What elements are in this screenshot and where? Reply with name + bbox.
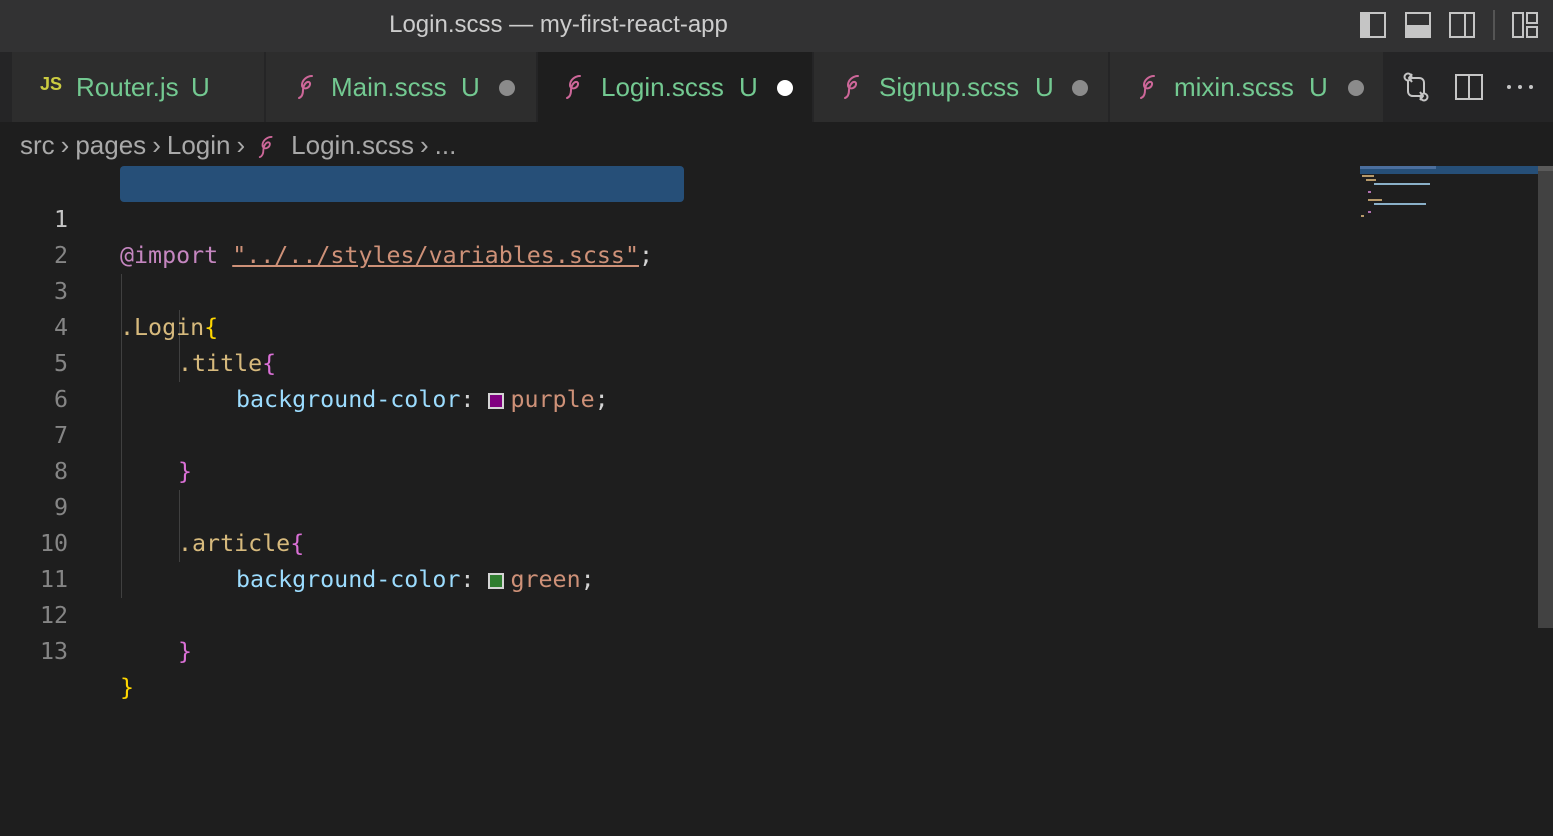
breadcrumb-item-src[interactable]: src bbox=[20, 122, 55, 168]
split-editor-icon[interactable] bbox=[1452, 70, 1486, 104]
scrollbar-cursor-marker bbox=[1538, 166, 1553, 171]
code-line[interactable]: 11 bbox=[0, 526, 1360, 593]
breadcrumb-item-login[interactable]: Login bbox=[167, 122, 231, 168]
code-line[interactable]: 3 .Login{ bbox=[0, 238, 1360, 341]
tab-label: Router.js bbox=[76, 72, 179, 102]
tab-signup-scss[interactable]: Signup.scss U bbox=[814, 52, 1110, 122]
window-title: Login.scss — my-first-react-app bbox=[389, 11, 728, 38]
minimap-line bbox=[1366, 179, 1376, 181]
open-changes-icon[interactable] bbox=[1399, 70, 1433, 104]
toggle-secondary-sidebar-icon[interactable] bbox=[1447, 10, 1477, 40]
code-line[interactable]: 8 bbox=[0, 418, 1360, 485]
git-status-badge: U bbox=[191, 72, 210, 102]
editor-tab-bar: JS Router.js U Main.scss U Login.scss U … bbox=[0, 52, 1553, 122]
unsaved-dot-icon[interactable] bbox=[499, 80, 515, 96]
unsaved-dot-icon[interactable] bbox=[1072, 80, 1088, 96]
sass-file-icon bbox=[842, 74, 866, 105]
minimap-line bbox=[1361, 215, 1364, 217]
sass-file-icon bbox=[251, 122, 291, 168]
git-status-badge: U bbox=[1035, 72, 1054, 102]
code-line[interactable]: 7 } bbox=[0, 382, 1360, 485]
chevron-right-icon: › bbox=[236, 130, 246, 160]
tab-router-js[interactable]: JS Router.js U bbox=[12, 52, 266, 122]
minimap-line bbox=[1368, 211, 1371, 213]
code-line[interactable]: 4 .title{ bbox=[0, 274, 1360, 377]
code-line[interactable]: 1 @import "../../styles/variables.scss"; bbox=[0, 166, 1360, 269]
minimap-line bbox=[1374, 203, 1426, 205]
minimap-line bbox=[1374, 183, 1430, 185]
chevron-right-icon: › bbox=[152, 130, 161, 160]
tab-label: Login.scss bbox=[601, 72, 724, 102]
code-line[interactable]: 13 } bbox=[0, 598, 1360, 701]
tab-label: Signup.scss bbox=[879, 72, 1020, 102]
code-line[interactable]: 5 background-color: purple; bbox=[0, 310, 1360, 413]
title-bar: Login.scss — my-first-react-app bbox=[0, 0, 1553, 52]
code-editor[interactable]: 1 @import "../../styles/variables.scss";… bbox=[0, 166, 1360, 836]
sass-file-icon bbox=[564, 74, 588, 105]
breadcrumb-item-pages[interactable]: pages bbox=[75, 122, 146, 168]
minimap-line bbox=[1362, 175, 1374, 177]
unsaved-dot-icon[interactable] bbox=[777, 80, 793, 96]
code-line[interactable]: 2 bbox=[0, 202, 1360, 269]
breadcrumb: src › pages › Login › Login.scss ›... bbox=[20, 122, 456, 168]
scrollbar-thumb[interactable] bbox=[1538, 166, 1553, 628]
code-line[interactable]: 6 bbox=[0, 346, 1360, 413]
tab-mixin-scss[interactable]: mixin.scss U bbox=[1110, 52, 1385, 122]
toggle-panel-icon[interactable] bbox=[1403, 10, 1433, 40]
breadcrumb-item-symbols[interactable]: ... bbox=[435, 122, 457, 168]
customize-layout-icon[interactable] bbox=[1510, 10, 1540, 40]
tab-label: mixin.scss bbox=[1174, 72, 1294, 102]
line-number: 13 bbox=[39, 638, 68, 665]
chevron-right-icon: › bbox=[60, 130, 70, 160]
git-status-badge: U bbox=[461, 72, 480, 102]
code-line[interactable]: 12 } bbox=[0, 562, 1360, 665]
git-status-badge: U bbox=[1309, 72, 1328, 102]
editor-actions bbox=[1385, 52, 1553, 122]
tab-login-scss[interactable]: Login.scss U bbox=[538, 52, 814, 122]
tab-label: Main.scss bbox=[331, 72, 447, 102]
code-line[interactable]: 9 .article{ bbox=[0, 454, 1360, 557]
minimap-selection bbox=[1360, 166, 1436, 169]
unsaved-dot-icon[interactable] bbox=[1348, 80, 1364, 96]
sass-file-icon bbox=[296, 74, 320, 105]
code-line[interactable]: 10 background-color: green; bbox=[0, 490, 1360, 593]
git-status-badge: U bbox=[739, 72, 758, 102]
title-separator bbox=[1493, 10, 1495, 40]
vertical-scrollbar[interactable] bbox=[1538, 166, 1553, 836]
minimap-line bbox=[1368, 199, 1382, 201]
minimap-line bbox=[1368, 191, 1371, 193]
breadcrumb-item-file[interactable]: Login.scss bbox=[291, 122, 414, 168]
tab-main-scss[interactable]: Main.scss U bbox=[266, 52, 538, 122]
more-actions-icon[interactable] bbox=[1503, 70, 1537, 104]
chevron-right-icon: › bbox=[420, 130, 429, 160]
sass-file-icon bbox=[1138, 74, 1162, 105]
minimap[interactable] bbox=[1360, 166, 1540, 226]
js-file-icon: JS bbox=[40, 74, 63, 94]
toggle-primary-sidebar-icon[interactable] bbox=[1358, 10, 1388, 40]
